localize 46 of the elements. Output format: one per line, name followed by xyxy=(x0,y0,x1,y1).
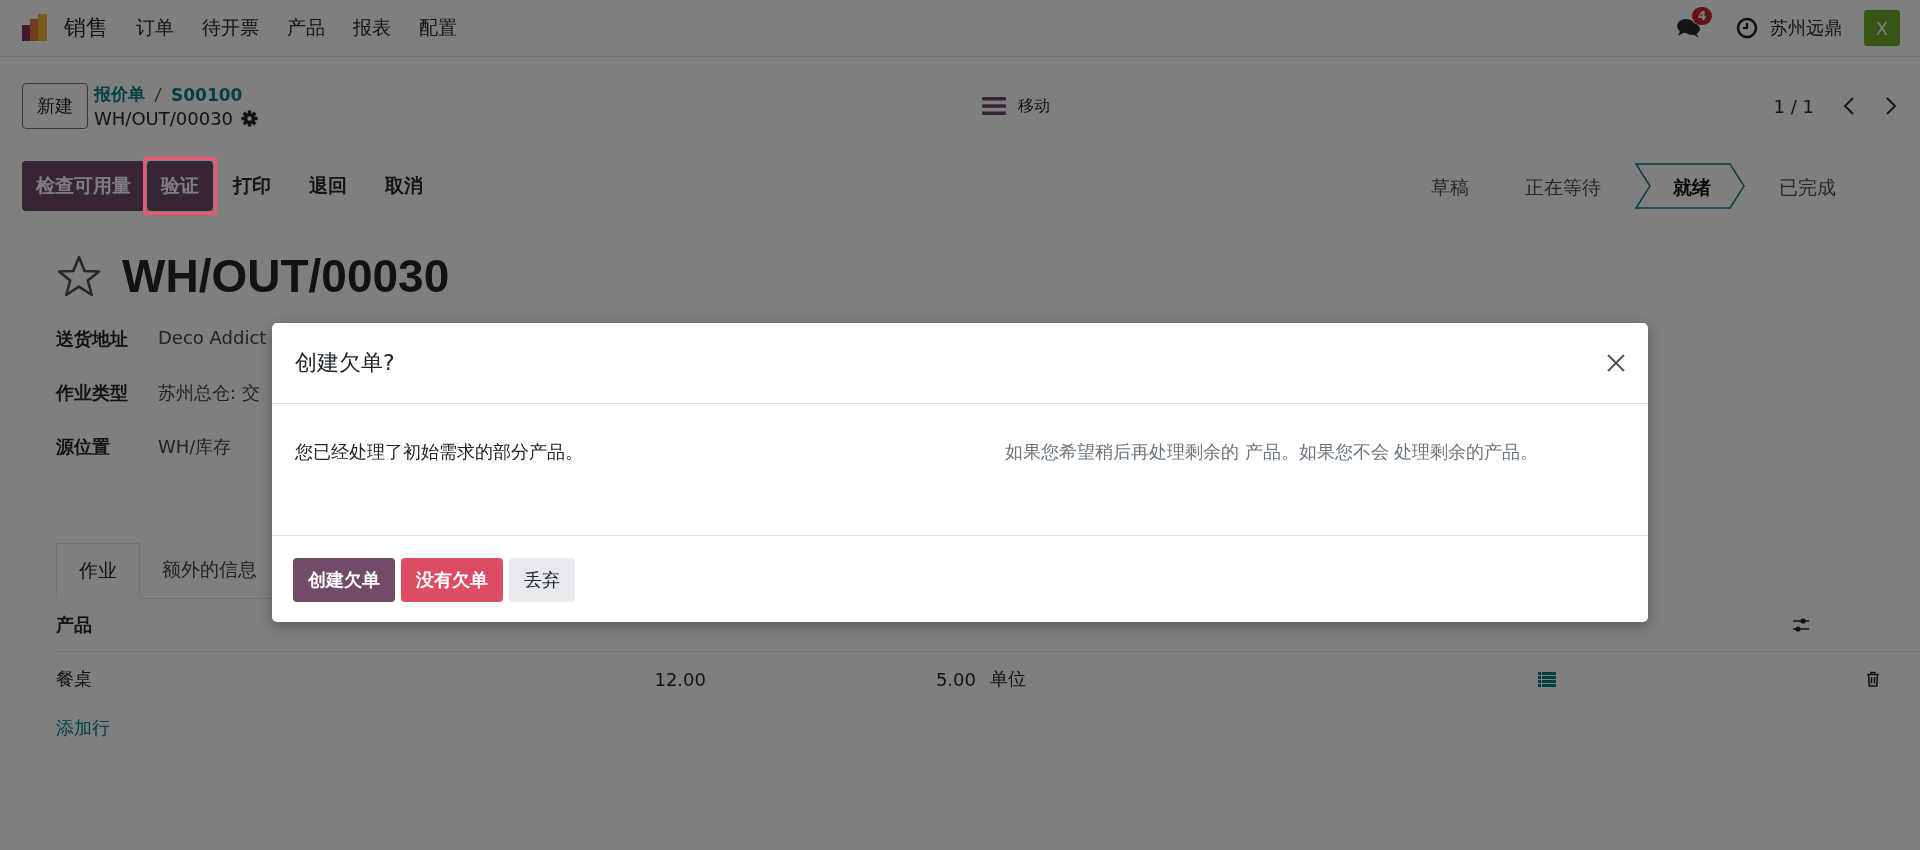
table-cell-text: 5.00 xyxy=(934,668,976,690)
close-icon[interactable] xyxy=(1606,353,1626,373)
field-value[interactable]: Deco Addict xyxy=(158,327,267,351)
field-value[interactable]: 苏州总仓: 交 xyxy=(158,381,260,405)
dialog-button[interactable]: 创建欠单 xyxy=(293,558,395,602)
dialog-title: 创建欠单? xyxy=(295,349,395,377)
pager-counter: 1 / 1 xyxy=(1773,95,1814,117)
menu-item[interactable]: 配置 xyxy=(419,15,457,41)
menu-icon xyxy=(981,96,1006,116)
table-cell-text: 餐桌 xyxy=(56,667,93,691)
field-value[interactable]: WH/库存 xyxy=(158,435,232,459)
next-icon[interactable] xyxy=(1884,96,1898,116)
company-name[interactable]: 苏州远鼎 xyxy=(1770,16,1842,40)
field-label: 源位置 xyxy=(56,435,111,459)
field-label: 作业类型 xyxy=(56,381,129,405)
breadcrumb-separator-icon xyxy=(153,86,163,103)
dialog-message: 您已经处理了初始需求的部分产品。 xyxy=(295,440,584,464)
dialog-button[interactable]: 丢弃 xyxy=(509,558,575,602)
menu-item[interactable]: 产品 xyxy=(287,15,325,41)
action-button[interactable]: 检查可用量 xyxy=(22,161,145,211)
field-label: 送货地址 xyxy=(56,327,129,351)
record-name: WH/OUT/00030 xyxy=(94,108,234,129)
previous-icon[interactable] xyxy=(1842,96,1856,116)
menu-item[interactable]: 待开票 xyxy=(202,15,259,41)
star-icon[interactable] xyxy=(56,254,102,298)
table-cell-text: 单位 xyxy=(990,667,1027,691)
menu-item[interactable]: 报表 xyxy=(353,15,391,41)
table-cell-text: 12.00 xyxy=(653,668,706,690)
record-title: WH/OUT/00030 xyxy=(122,249,450,303)
delete-icon[interactable] xyxy=(1866,671,1880,687)
gear-icon[interactable] xyxy=(241,110,259,127)
dialog-hint: 如果您希望稍后再处理剩余的 产品。如果您不会 处理剩余的产品。 xyxy=(1005,440,1539,464)
breadcrumb-link[interactable]: S00100 xyxy=(171,84,243,105)
new-button[interactable]: 新建 xyxy=(22,83,88,129)
tab[interactable]: 作业 xyxy=(56,543,140,599)
app-name[interactable]: 销售 xyxy=(64,13,108,43)
message-count-badge: 4 xyxy=(1692,7,1713,25)
details-list-icon[interactable] xyxy=(1538,671,1556,687)
column-settings-icon[interactable] xyxy=(1792,617,1810,633)
clock-icon[interactable] xyxy=(1736,17,1758,39)
menu-item[interactable]: 订单 xyxy=(136,15,174,41)
app-logo-icon[interactable] xyxy=(20,13,50,43)
column-header[interactable]: 产品 xyxy=(56,613,92,637)
breadcrumb-link[interactable]: 报价单 xyxy=(94,83,145,106)
add-line-link[interactable]: 添加行 xyxy=(56,716,1920,740)
dialog-button[interactable]: 没有欠单 xyxy=(401,558,503,602)
